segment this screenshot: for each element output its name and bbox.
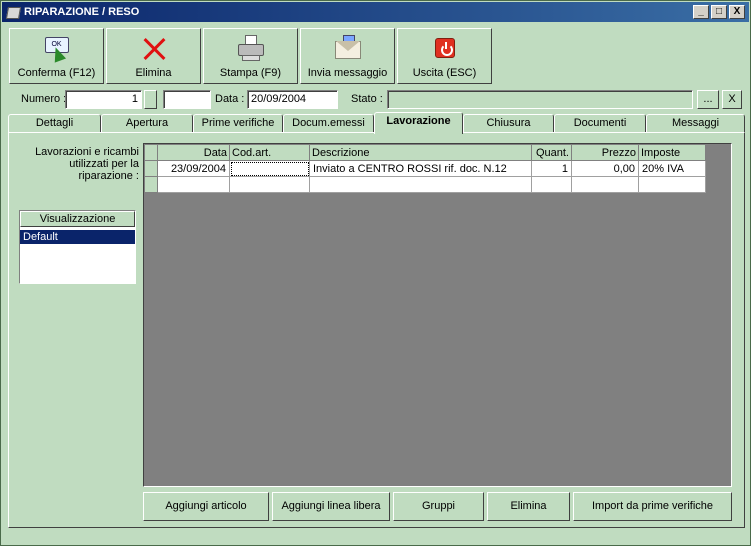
tab-apertura[interactable]: Apertura [101,114,193,133]
app-icon [6,5,20,19]
import-prime-verifiche-button[interactable]: Import da prime verifiche [573,492,732,521]
col-header-prezzo[interactable]: Prezzo [571,144,639,161]
stato-clear-button[interactable]: X [722,90,742,109]
table-row[interactable]: 23/09/2004 Inviato a CENTRO ROSSI rif. d… [144,160,706,177]
cell-empty[interactable] [229,176,310,193]
delete-button[interactable]: Elimina [106,28,201,84]
data-label: Data : [215,93,245,105]
power-exit-icon [430,35,460,63]
numero-input[interactable]: 1 [65,90,142,109]
numero-label: Numero : [21,93,67,105]
print-button-label: Stampa (F9) [219,67,282,79]
delete-x-icon [139,35,169,63]
cell-descrizione[interactable]: Inviato a CENTRO ROSSI rif. doc. N.12 [309,160,532,177]
send-message-button[interactable]: Invia messaggio [300,28,395,84]
numero-suffix-input[interactable] [163,90,211,109]
visualizzazione-item-default[interactable]: Default [20,230,135,244]
window-title: RIPARAZIONE / RESO [24,6,140,18]
add-article-button[interactable]: Aggiungi articolo [143,492,269,521]
cell-empty[interactable] [309,176,532,193]
stato-browse-button[interactable]: ... [697,90,719,109]
ok-screen-icon: OK [42,35,72,63]
lavorazioni-grid[interactable]: Data Cod.art. Descrizione Quant. Prezzo … [143,143,732,487]
printer-icon [236,35,266,63]
delete-button-label: Elimina [135,67,172,79]
add-free-line-button[interactable]: Aggiungi linea libera [272,492,390,521]
exit-button[interactable]: Uscita (ESC) [397,28,492,84]
title-bar[interactable]: RIPARAZIONE / RESO _ □ X [2,2,749,22]
tab-documenti[interactable]: Documenti [554,114,646,133]
confirm-button[interactable]: OK Conferma (F12) [9,28,104,84]
envelope-icon [333,35,363,63]
row-header[interactable] [144,160,158,177]
cell-data[interactable]: 23/09/2004 [157,160,230,177]
groups-button[interactable]: Gruppi [393,492,484,521]
tab-messaggi[interactable]: Messaggi [646,114,745,133]
tab-lavorazione[interactable]: Lavorazione [374,112,463,134]
stato-input[interactable] [387,90,693,109]
tab-prime-verifiche[interactable]: Prime verifiche [193,114,283,133]
col-header-descrizione[interactable]: Descrizione [309,144,532,161]
send-message-button-label: Invia messaggio [307,67,388,79]
confirm-button-label: Conferma (F12) [17,67,96,79]
cell-empty[interactable] [157,176,230,193]
row-header[interactable] [144,176,158,193]
print-button[interactable]: Stampa (F9) [203,28,298,84]
row-header-corner [144,144,158,161]
minimize-button[interactable]: _ [693,5,709,19]
exit-button-label: Uscita (ESC) [412,67,477,79]
tab-docum-emessi[interactable]: Docum.emessi [283,114,374,133]
col-header-imposte[interactable]: Imposte [638,144,706,161]
col-header-data[interactable]: Data [157,144,230,161]
tab-chiusura[interactable]: Chiusura [463,114,554,133]
data-input[interactable]: 20/09/2004 [247,90,338,109]
table-row-empty[interactable] [144,176,706,193]
repair-window: RIPARAZIONE / RESO _ □ X OK Conferma (F1… [0,0,751,546]
maximize-button[interactable]: □ [711,5,727,19]
table-header-row: Data Cod.art. Descrizione Quant. Prezzo … [144,144,706,161]
cell-empty[interactable] [531,176,572,193]
col-header-cod-art[interactable]: Cod.art. [229,144,310,161]
col-header-quant[interactable]: Quant. [531,144,572,161]
header-fields: Numero : 1 Data : 20/09/2004 Stato : ...… [9,90,744,110]
cell-prezzo[interactable]: 0,00 [571,160,639,177]
cell-cod-art[interactable] [229,160,310,177]
close-button[interactable]: X [729,5,745,19]
visualizzazione-list[interactable]: Visualizzazione Default [19,210,136,284]
lavorazioni-label: Lavorazioni e ricambi utilizzati per la … [35,146,139,182]
lavorazioni-table: Data Cod.art. Descrizione Quant. Prezzo … [144,144,706,193]
stato-label: Stato : [351,93,383,105]
cell-quant[interactable]: 1 [531,160,572,177]
cell-empty[interactable] [638,176,706,193]
cell-imposte[interactable]: 20% IVA [638,160,706,177]
toolbar: OK Conferma (F12) Elimina Stampa (F9) In… [9,28,492,84]
delete-line-button[interactable]: Elimina [487,492,570,521]
visualizzazione-header: Visualizzazione [20,211,135,227]
cell-empty[interactable] [571,176,639,193]
tab-bar: Dettagli Apertura Prime verifiche Docum.… [8,112,745,134]
numero-spin-button[interactable] [144,90,157,109]
tab-dettagli[interactable]: Dettagli [8,114,101,133]
